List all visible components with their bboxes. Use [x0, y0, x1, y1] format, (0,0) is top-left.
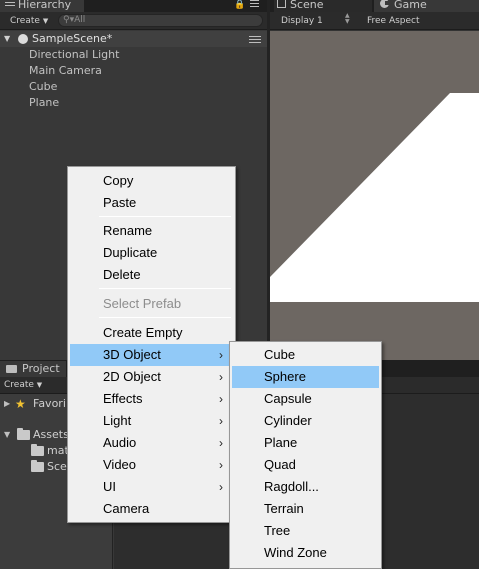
- hierarchy-item[interactable]: Plane: [29, 95, 59, 111]
- folder-icon: [6, 365, 17, 373]
- create-label: Create: [4, 380, 34, 390]
- submenu-3d-object: Cube Sphere Capsule Cylinder Plane Quad …: [229, 341, 382, 569]
- project-create-button[interactable]: Create ▼: [4, 379, 42, 392]
- submenu-arrow-icon: ›: [219, 370, 223, 384]
- menu-separator: [99, 288, 231, 289]
- submenu-item-cube[interactable]: Cube: [232, 344, 379, 366]
- display-dropdown[interactable]: Display 1: [281, 15, 323, 27]
- submenu-arrow-icon: ›: [219, 392, 223, 406]
- folder-icon: [31, 444, 44, 456]
- tab-project-label: Project: [22, 362, 60, 375]
- submenu-item-wind-zone[interactable]: Wind Zone: [232, 542, 379, 564]
- hierarchy-item[interactable]: Main Camera: [29, 63, 102, 79]
- menu-item-3d-object[interactable]: 3D Object ›: [70, 344, 233, 366]
- hierarchy-create-button[interactable]: Create ▼: [4, 15, 54, 28]
- game-panel: Scene Game Display 1 ▲ ▼ Free Aspect: [270, 0, 479, 360]
- game-controller-icon: [380, 0, 390, 8]
- scene-render: [270, 93, 479, 302]
- menu-item-create-empty[interactable]: Create Empty: [70, 322, 233, 344]
- folder-icon: [17, 428, 30, 440]
- hierarchy-toolbar: Create ▼ ⚲▾All: [0, 12, 267, 30]
- menu-item-delete[interactable]: Delete: [70, 264, 233, 286]
- menu-item-audio[interactable]: Audio ›: [70, 432, 233, 454]
- menu-item-light[interactable]: Light ›: [70, 410, 233, 432]
- submenu-item-terrain[interactable]: Terrain: [232, 498, 379, 520]
- submenu-arrow-icon: ›: [219, 436, 223, 450]
- game-tab-bar: Scene Game: [270, 0, 479, 12]
- assets-label: Assets: [33, 428, 69, 441]
- menu-item-select-prefab: Select Prefab: [103, 296, 182, 311]
- menu-item-paste[interactable]: Paste: [70, 192, 233, 214]
- scene-name: SampleScene*: [32, 32, 113, 45]
- scene-menu-icon[interactable]: [249, 36, 261, 44]
- submenu-item-capsule[interactable]: Capsule: [232, 388, 379, 410]
- panel-menu-icon[interactable]: [250, 0, 259, 8]
- menu-item-label: Effects: [103, 391, 143, 406]
- expand-triangle-icon[interactable]: ▼: [4, 31, 10, 47]
- menu-item-label: Audio: [103, 435, 137, 450]
- menu-item-copy[interactable]: Copy: [70, 170, 233, 192]
- hierarchy-item[interactable]: Directional Light: [29, 47, 119, 63]
- search-placeholder: All: [74, 15, 86, 25]
- submenu-item-sphere[interactable]: Sphere: [232, 366, 379, 388]
- menu-item-video[interactable]: Video ›: [70, 454, 233, 476]
- favorites-label: Favori: [33, 397, 66, 410]
- tab-scene-label: Scene: [290, 0, 324, 11]
- context-menu: Copy Paste Rename Duplicate Delete Selec…: [67, 166, 236, 523]
- updown-arrow-icon: ▲ ▼: [345, 12, 350, 25]
- menu-item-label: UI: [103, 479, 116, 494]
- hierarchy-item[interactable]: Cube: [29, 79, 57, 95]
- menu-item-camera[interactable]: Camera: [70, 498, 233, 520]
- dropdown-arrow-icon: ▼: [36, 381, 43, 389]
- expand-triangle-icon[interactable]: ▼: [4, 427, 10, 443]
- menu-item-label: Video: [103, 457, 137, 472]
- aspect-dropdown[interactable]: Free Aspect: [367, 15, 420, 27]
- menu-item-ui[interactable]: UI ›: [70, 476, 233, 498]
- submenu-arrow-icon: ›: [219, 480, 223, 494]
- submenu-item-plane[interactable]: Plane: [232, 432, 379, 454]
- tab-project[interactable]: Project: [0, 361, 66, 377]
- submenu-item-ragdoll[interactable]: Ragdoll...: [232, 476, 379, 498]
- submenu-item-cylinder[interactable]: Cylinder: [232, 410, 379, 432]
- submenu-item-tree[interactable]: Tree: [232, 520, 379, 542]
- hierarchy-tab-bar: Hierarchy 🔒: [0, 0, 267, 12]
- menu-item-rename[interactable]: Rename: [70, 220, 233, 242]
- menu-separator: [99, 216, 231, 217]
- menu-item-duplicate[interactable]: Duplicate: [70, 242, 233, 264]
- game-toolbar: Display 1 ▲ ▼ Free Aspect: [270, 12, 479, 30]
- scene-grid-icon: [277, 0, 286, 8]
- tab-game[interactable]: Game: [374, 0, 479, 12]
- submenu-arrow-icon: ›: [219, 458, 223, 472]
- submenu-item-quad[interactable]: Quad: [232, 454, 379, 476]
- game-viewport[interactable]: [270, 31, 479, 360]
- menu-item-label: 3D Object: [103, 347, 161, 362]
- list-icon: [5, 0, 15, 7]
- menu-item-label: 2D Object: [103, 369, 161, 384]
- menu-separator: [99, 317, 231, 318]
- tab-hierarchy[interactable]: Hierarchy: [0, 0, 84, 12]
- scene-row[interactable]: ▼ SampleScene*: [0, 31, 267, 47]
- unity-scene-icon: [18, 34, 28, 44]
- submenu-arrow-icon: ›: [219, 414, 223, 428]
- lock-icon[interactable]: 🔒: [234, 0, 245, 10]
- plane-shape: [270, 93, 479, 302]
- submenu-arrow-icon: ›: [219, 348, 223, 362]
- dropdown-arrow-icon: ▼: [42, 17, 49, 25]
- menu-item-label: Light: [103, 413, 132, 428]
- tab-hierarchy-label: Hierarchy: [18, 0, 72, 11]
- search-icon: ⚲▾: [63, 15, 75, 25]
- tab-scene[interactable]: Scene: [274, 0, 372, 12]
- tab-game-label: Game: [394, 0, 427, 11]
- folder-icon: [31, 460, 44, 472]
- hierarchy-search-input[interactable]: ⚲▾All: [58, 14, 263, 27]
- collapse-triangle-icon[interactable]: ▶: [4, 396, 10, 412]
- create-label: Create: [10, 16, 40, 26]
- menu-item-effects[interactable]: Effects ›: [70, 388, 233, 410]
- menu-item-2d-object[interactable]: 2D Object ›: [70, 366, 233, 388]
- star-icon: ★: [15, 397, 26, 411]
- folder-label: mat: [47, 444, 69, 457]
